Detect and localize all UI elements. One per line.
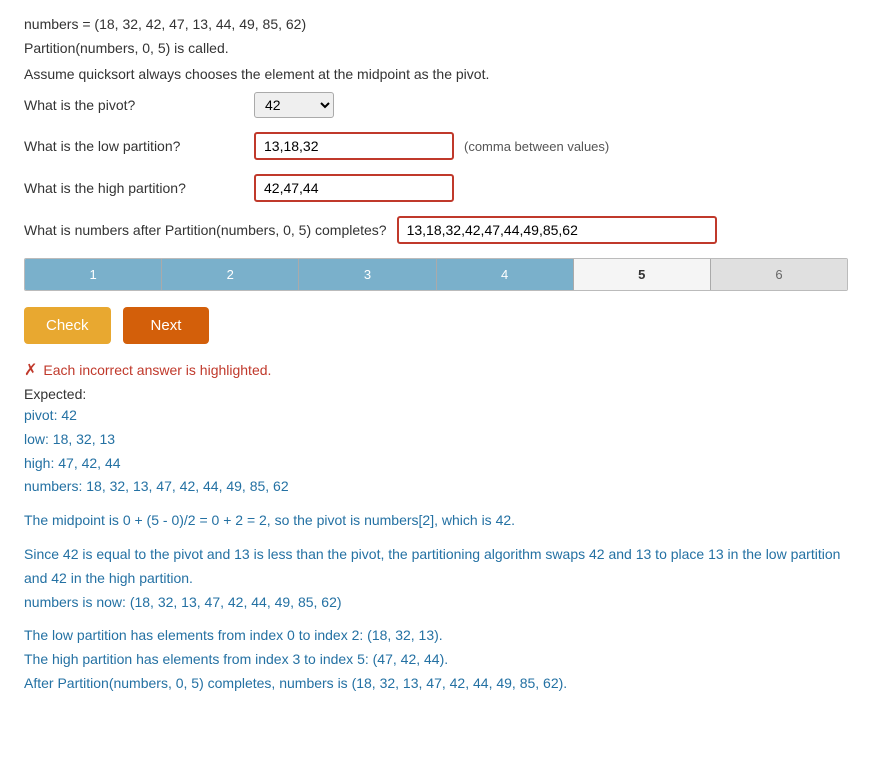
expected-pivot: pivot: 42 (24, 404, 848, 428)
high-partition-row: What is the high partition? (24, 174, 848, 202)
numbers-display: numbers = (18, 32, 42, 47, 13, 44, 49, 8… (24, 16, 848, 32)
numbers-after-label: What is numbers after Partition(numbers,… (24, 222, 387, 238)
expected-numbers: numbers: 18, 32, 13, 47, 42, 44, 49, 85,… (24, 475, 848, 499)
progress-segment-4[interactable]: 4 (437, 259, 574, 290)
progress-segment-5[interactable]: 5 (574, 259, 711, 290)
error-message: Each incorrect answer is highlighted. (43, 362, 271, 378)
progress-segment-3[interactable]: 3 (299, 259, 436, 290)
partition-call: Partition(numbers, 0, 5) is called. (24, 40, 848, 56)
pivot-label: What is the pivot? (24, 97, 244, 113)
progress-segment-1[interactable]: 1 (25, 259, 162, 290)
next-button[interactable]: Next (123, 307, 210, 344)
high-range: The high partition has elements from ind… (24, 648, 848, 672)
explanation-1: The midpoint is 0 + (5 - 0)/2 = 0 + 2 = … (24, 509, 848, 533)
numbers-after-input[interactable] (397, 216, 717, 244)
progress-segment-2[interactable]: 2 (162, 259, 299, 290)
button-row: Check Next (24, 307, 848, 344)
result-section: ✗ Each incorrect answer is highlighted. … (24, 360, 848, 696)
expected-values: pivot: 42 low: 18, 32, 13 high: 47, 42, … (24, 404, 848, 499)
progress-segment-6[interactable]: 6 (711, 259, 847, 290)
low-partition-input[interactable] (254, 132, 454, 160)
error-icon: ✗ (24, 360, 37, 380)
low-range: The low partition has elements from inde… (24, 624, 848, 648)
expected-label: Expected: (24, 386, 848, 402)
explanation-3: The low partition has elements from inde… (24, 624, 848, 695)
low-partition-row: What is the low partition? (comma betwee… (24, 132, 848, 160)
pivot-select[interactable]: 42 13 18 32 47 (254, 92, 334, 118)
progress-bar: 1 2 3 4 5 6 (24, 258, 848, 291)
check-button[interactable]: Check (24, 307, 111, 344)
high-partition-input[interactable] (254, 174, 454, 202)
expected-high: high: 47, 42, 44 (24, 452, 848, 476)
explanation-2-text: Since 42 is equal to the pivot and 13 is… (24, 546, 840, 586)
high-partition-label: What is the high partition? (24, 180, 244, 196)
pivot-row: What is the pivot? 42 13 18 32 47 (24, 92, 848, 118)
low-partition-hint: (comma between values) (464, 139, 609, 154)
numbers-after-row: What is numbers after Partition(numbers,… (24, 216, 848, 244)
assumption-text: Assume quicksort always chooses the elem… (24, 66, 848, 82)
low-partition-label: What is the low partition? (24, 138, 244, 154)
explanation-2: Since 42 is equal to the pivot and 13 is… (24, 543, 848, 614)
after-partition: After Partition(numbers, 0, 5) completes… (24, 672, 848, 696)
expected-low: low: 18, 32, 13 (24, 428, 848, 452)
error-line: ✗ Each incorrect answer is highlighted. (24, 360, 848, 380)
numbers-now: numbers is now: (18, 32, 13, 47, 42, 44,… (24, 594, 342, 610)
